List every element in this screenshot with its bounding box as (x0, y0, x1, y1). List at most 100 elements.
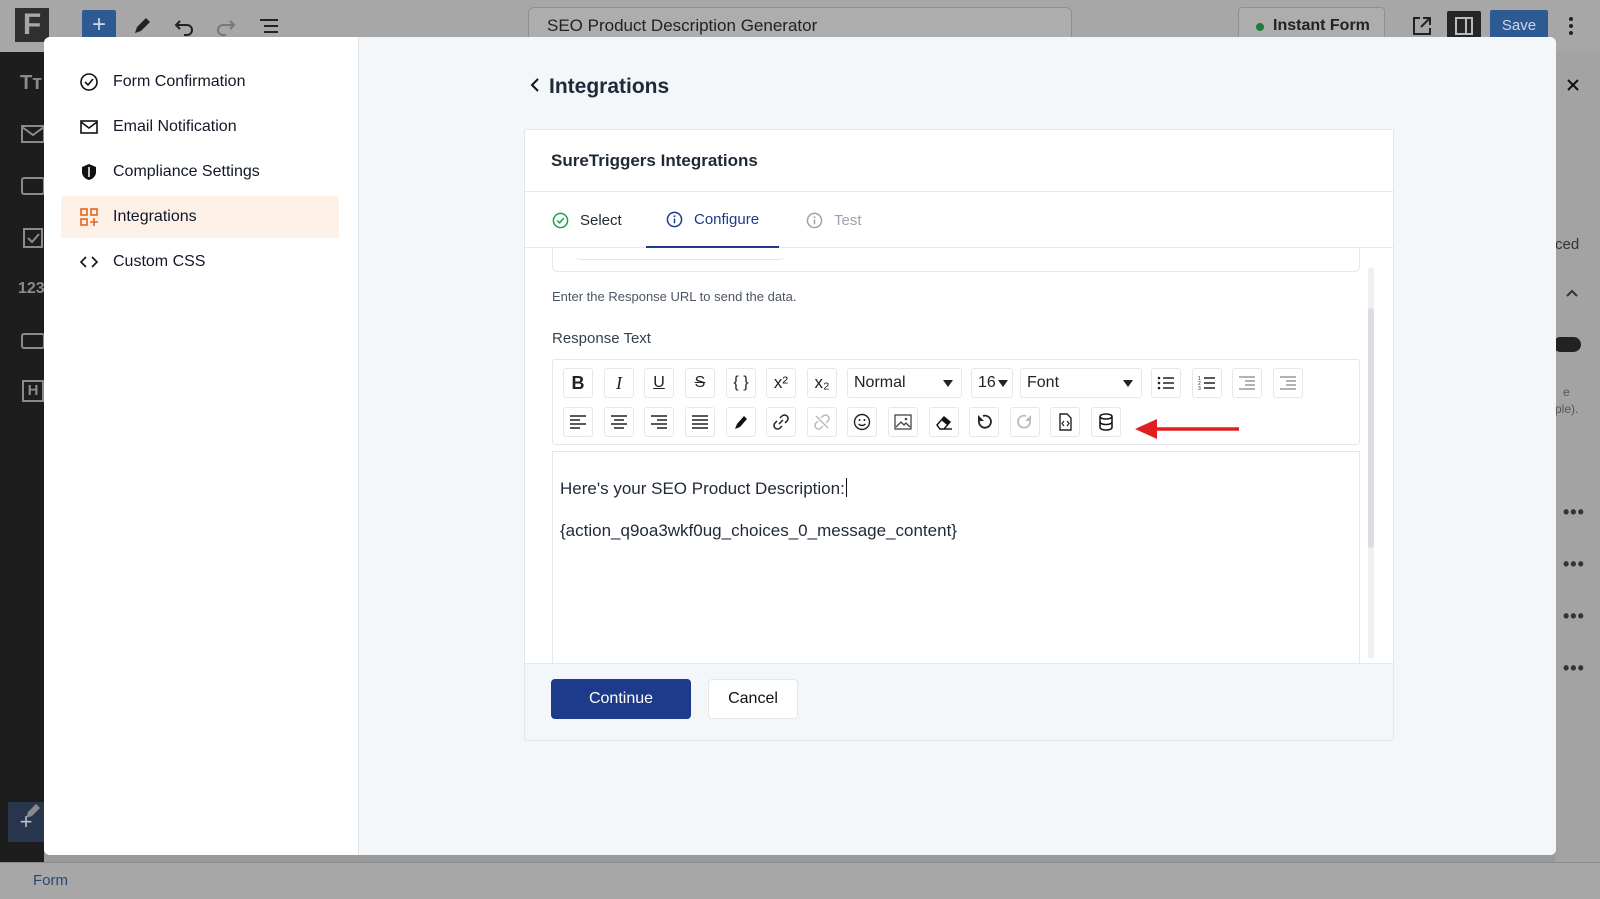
indent-decrease-icon[interactable] (1232, 368, 1262, 398)
unlink-icon[interactable] (807, 407, 837, 437)
size-select[interactable]: 16 (971, 368, 1013, 398)
page-title: Integrations (549, 75, 670, 98)
insert-code-file-icon[interactable] (1050, 407, 1080, 437)
cancel-button[interactable]: Cancel (708, 679, 798, 719)
hint-fragment: ple). (1555, 402, 1579, 416)
italic-icon[interactable]: I (604, 368, 634, 398)
database-smart-tags-icon[interactable] (1091, 407, 1121, 437)
align-right-icon[interactable] (644, 407, 674, 437)
tab-test[interactable]: Test (806, 192, 862, 248)
chevron-down-icon (998, 380, 1008, 387)
form-breadcrumb[interactable]: Form (33, 872, 68, 889)
html-block-icon[interactable]: H (22, 380, 44, 402)
integration-card: SureTriggers Integrations Select Configu… (524, 129, 1394, 741)
undo-icon[interactable] (969, 407, 999, 437)
font-select-value: Font (1027, 374, 1060, 391)
scrollbar-thumb[interactable] (1368, 308, 1374, 548)
image-icon[interactable] (888, 407, 918, 437)
nav-form-confirmation[interactable]: Form Confirmation (61, 61, 339, 103)
shield-icon (82, 164, 96, 180)
subscript-icon[interactable]: x₂ (807, 368, 837, 398)
header-select[interactable]: Normal (847, 368, 962, 398)
back-chevron-icon[interactable] (528, 76, 542, 94)
list-view-icon[interactable] (258, 15, 280, 37)
card-footer: Continue Cancel (525, 663, 1393, 740)
rail-edit-icon[interactable] (24, 802, 42, 820)
close-icon[interactable] (1563, 75, 1583, 95)
heading-block-icon[interactable]: Tт (20, 72, 44, 94)
pencil-icon[interactable] (131, 15, 153, 37)
font-select[interactable]: Font (1020, 368, 1142, 398)
field-more-icon[interactable]: ••• (1563, 554, 1585, 575)
check-circle-icon (80, 73, 98, 91)
nav-email-notification[interactable]: Email Notification (61, 106, 339, 148)
indent-increase-icon[interactable] (1273, 368, 1303, 398)
align-justify-icon[interactable] (685, 407, 715, 437)
size-select-value: 16 (978, 374, 996, 391)
integrations-grid-icon (80, 208, 98, 226)
bullet-list-icon[interactable] (1151, 368, 1181, 398)
number-block-icon[interactable]: 123 (18, 280, 45, 302)
tab-configure[interactable]: Configure (646, 192, 780, 248)
eraser-icon[interactable] (929, 407, 959, 437)
underline-icon[interactable]: U (644, 368, 674, 398)
stepper-tabs: Select Configure Test (525, 192, 1393, 248)
check-circle-icon (552, 212, 569, 228)
tab-label: Test (834, 211, 862, 229)
svg-text:3: 3 (1198, 386, 1201, 391)
link-icon[interactable] (766, 407, 796, 437)
toggle-switch[interactable] (1553, 337, 1581, 352)
response-text-label: Response Text (552, 330, 651, 347)
nav-label: Compliance Settings (113, 163, 260, 180)
field-more-icon[interactable]: ••• (1563, 658, 1585, 679)
dropdown-block-icon[interactable] (20, 332, 44, 350)
redo-icon[interactable] (215, 15, 237, 37)
align-center-icon[interactable] (604, 407, 634, 437)
numbered-list-icon[interactable]: 123 (1192, 368, 1222, 398)
response-text-editor[interactable]: Here's your SEO Product Description: {ac… (552, 451, 1360, 663)
checkbox-block-icon[interactable] (22, 227, 44, 249)
sidebar-icon (1455, 17, 1473, 35)
nav-compliance-settings[interactable]: Compliance Settings (61, 151, 339, 193)
textarea-block-icon[interactable] (20, 176, 44, 196)
nav-label: Form Confirmation (113, 73, 246, 90)
instant-form-label: Instant Form (1273, 17, 1370, 34)
more-options-icon[interactable] (1566, 15, 1576, 37)
status-dot (1256, 23, 1264, 31)
bold-icon[interactable]: B (563, 368, 593, 398)
redo-icon[interactable] (1010, 407, 1040, 437)
nav-custom-css[interactable]: Custom CSS (61, 241, 339, 283)
code-block-icon[interactable]: { } (726, 368, 756, 398)
strikethrough-icon[interactable]: S (685, 368, 715, 398)
card-scrollbar[interactable] (1368, 268, 1374, 658)
settings-nav: Form Confirmation Email Notification Com… (44, 37, 359, 855)
undo-icon[interactable] (173, 15, 195, 37)
text-color-icon[interactable] (726, 407, 756, 437)
nav-label: Custom CSS (113, 253, 206, 270)
info-circle-icon (806, 212, 823, 228)
emoji-icon[interactable] (847, 407, 877, 437)
field-more-icon[interactable]: ••• (1563, 502, 1585, 523)
response-url-help: Enter the Response URL to send the data. (552, 289, 797, 304)
continue-button[interactable]: Continue (551, 679, 691, 719)
editor-line: Here's your SEO Product Description: (560, 478, 847, 499)
annotation-arrow-icon (1135, 419, 1239, 439)
chevron-up-icon[interactable] (1565, 288, 1579, 298)
text-caret (845, 478, 847, 497)
email-block-icon[interactable] (20, 124, 44, 144)
card-header: SureTriggers Integrations (525, 130, 1393, 192)
settings-panel: ced e ple). (1553, 52, 1600, 862)
info-circle-icon (666, 211, 683, 227)
nav-integrations[interactable]: Integrations (61, 196, 339, 238)
card-body: Enter the Response URL to send the data.… (525, 248, 1393, 663)
align-left-icon[interactable] (563, 407, 593, 437)
external-link-icon[interactable] (1411, 15, 1433, 37)
mail-icon (80, 120, 98, 134)
nav-label: Integrations (113, 208, 197, 225)
editor-line-text: Here's your SEO Product Description: (560, 479, 845, 498)
response-url-field[interactable] (552, 248, 1360, 272)
superscript-icon[interactable]: x² (766, 368, 796, 398)
field-more-icon[interactable]: ••• (1563, 606, 1585, 627)
chevron-down-icon (943, 380, 953, 387)
tab-select[interactable]: Select (552, 192, 622, 248)
